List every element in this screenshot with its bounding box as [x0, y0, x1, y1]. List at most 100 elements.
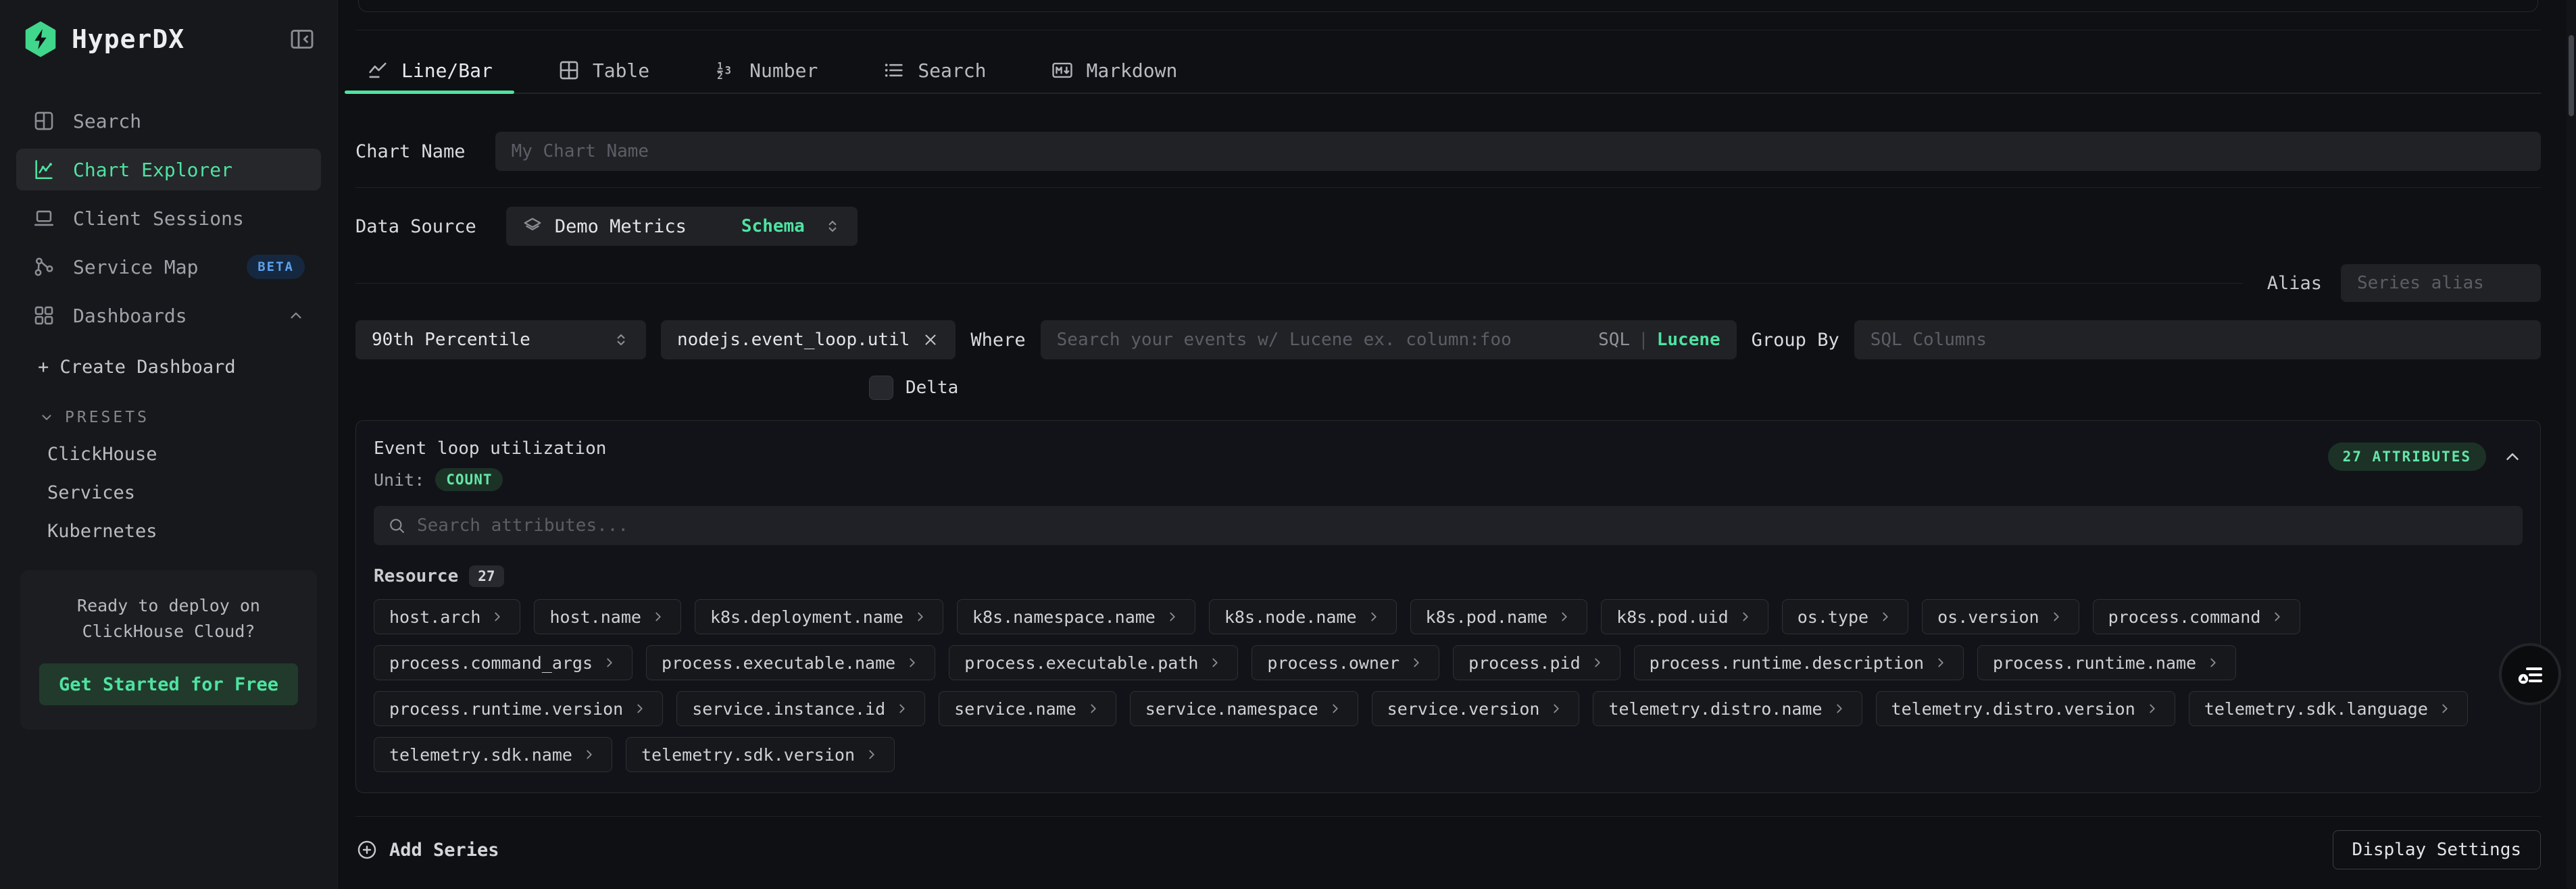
where-input[interactable] [1057, 330, 1589, 350]
unit-label: Unit: [374, 470, 424, 490]
data-source-label: Data Source [355, 216, 476, 237]
aggregation-value: 90th Percentile [372, 330, 603, 350]
attribute-chip[interactable]: k8s.node.name [1209, 599, 1397, 634]
chevron-right-icon [1878, 609, 1893, 624]
data-source-row: Data Source Demo Metrics Schema [355, 207, 2541, 246]
attribute-chip-list: host.arch host.name k8s.deployment.name … [374, 599, 2523, 772]
chevron-right-icon [1738, 609, 1753, 624]
attribute-chip[interactable]: process.executable.name [646, 645, 935, 680]
preset-item[interactable]: ClickHouse [47, 444, 337, 465]
attribute-chip[interactable]: k8s.namespace.name [957, 599, 1195, 634]
attribute-chip[interactable]: process.owner [1252, 645, 1439, 680]
chevron-right-icon [602, 655, 617, 670]
attribute-chip[interactable]: telemetry.sdk.version [626, 737, 895, 772]
page-scrollbar[interactable] [2567, 0, 2576, 889]
sql-toggle[interactable]: SQL [1598, 330, 1630, 350]
attribute-chip[interactable]: service.instance.id [676, 691, 925, 726]
tab-search[interactable]: Search [872, 48, 997, 93]
sidebar-item-search[interactable]: Search [16, 100, 321, 142]
attribute-chip[interactable]: process.runtime.name [1977, 645, 2236, 680]
metric-chip[interactable]: nodejs.event_loop.util [661, 320, 956, 359]
alias-input[interactable] [2357, 273, 2525, 293]
get-started-button[interactable]: Get Started for Free [39, 663, 298, 705]
delta-checkbox[interactable] [869, 376, 893, 400]
attribute-search-input[interactable] [417, 515, 2509, 536]
chart-name-input[interactable] [512, 141, 2525, 161]
aggregation-select[interactable]: 90th Percentile [355, 320, 646, 359]
attribute-chip[interactable]: host.name [534, 599, 680, 634]
chevron-right-icon [1409, 655, 1424, 670]
unit-badge: COUNT [435, 468, 503, 491]
attribute-chip[interactable]: os.type [1782, 599, 1908, 634]
sidebar-item-chart-explorer[interactable]: Chart Explorer [16, 149, 321, 190]
chevron-right-icon [1086, 701, 1101, 716]
data-source-select[interactable]: Demo Metrics Schema [506, 207, 858, 246]
attribute-chip[interactable]: service.name [939, 691, 1116, 726]
attribute-chip[interactable]: k8s.pod.name [1410, 599, 1588, 634]
alias-row: Alias [355, 263, 2541, 303]
attribute-chip[interactable]: process.command_args [374, 645, 633, 680]
attribute-chip[interactable]: process.runtime.description [1634, 645, 1964, 680]
close-icon[interactable] [922, 331, 939, 349]
chevron-updown-icon [612, 331, 630, 349]
group-by-input[interactable] [1871, 330, 2525, 350]
tab-table[interactable]: Table [547, 48, 660, 93]
chart-name-field [495, 132, 2541, 171]
scrollbar-thumb[interactable] [2569, 35, 2574, 116]
tab-markdown[interactable]: Markdown [1040, 48, 1188, 93]
preset-item[interactable]: Services [47, 482, 337, 503]
create-dashboard-button[interactable]: + Create Dashboard [38, 357, 337, 378]
attribute-chip[interactable]: telemetry.sdk.language [2189, 691, 2468, 726]
presets-header[interactable]: PRESETS [39, 409, 337, 426]
metric-name: nodejs.event_loop.util [677, 330, 910, 350]
attribute-chip[interactable]: process.pid [1453, 645, 1620, 680]
tab-label: Line/Bar [401, 59, 493, 82]
delta-label: Delta [906, 378, 958, 398]
attribute-chip[interactable]: k8s.pod.uid [1601, 599, 1768, 634]
app-logo[interactable]: HyperDX [22, 20, 184, 58]
table-icon [558, 59, 580, 82]
alias-field [2341, 264, 2541, 302]
sidebar-item-service-map[interactable]: Service Map BETA [16, 246, 321, 288]
feedback-fab-button[interactable] [2499, 643, 2561, 705]
attribute-chip[interactable]: k8s.deployment.name [695, 599, 943, 634]
attribute-chip[interactable]: telemetry.sdk.name [374, 737, 612, 772]
attribute-chip[interactable]: service.namespace [1130, 691, 1358, 726]
presets-label: PRESETS [65, 409, 149, 426]
tab-line-bar[interactable]: Line/Bar [355, 48, 503, 93]
attribute-chip[interactable]: telemetry.distro.name [1593, 691, 1862, 726]
chevron-right-icon [1208, 655, 1222, 670]
promo-text: Ready to deploy on ClickHouse Cloud? [39, 593, 298, 644]
tab-number[interactable]: 1 2 3 Number [703, 48, 828, 93]
attribute-chip[interactable]: service.version [1372, 691, 1580, 726]
preset-item[interactable]: Kubernetes [47, 521, 337, 542]
chevron-right-icon [651, 609, 666, 624]
lucene-toggle[interactable]: Lucene [1657, 330, 1720, 350]
sidebar-collapse-button[interactable] [289, 26, 316, 53]
where-field: SQL | Lucene [1041, 320, 1737, 359]
series-row: 90th Percentile nodejs.event_loop.util W… [355, 320, 2541, 359]
add-series-button[interactable]: Add Series [355, 838, 499, 861]
chevron-down-icon [39, 410, 54, 425]
sidebar-item-dashboards[interactable]: Dashboards [16, 295, 321, 336]
panel-title-block: Event loop utilization Unit: COUNT [374, 438, 606, 491]
attribute-chip[interactable]: process.command [2093, 599, 2301, 634]
presets-list: ClickHouse Services Kubernetes [0, 426, 337, 542]
attribute-chip[interactable]: telemetry.distro.version [1876, 691, 2175, 726]
schema-link[interactable]: Schema [741, 216, 805, 236]
attribute-chip[interactable]: os.version [1922, 599, 2079, 634]
unit-row: Unit: COUNT [374, 468, 606, 491]
chevron-updown-icon [824, 218, 841, 235]
attribute-chip[interactable]: process.runtime.version [374, 691, 663, 726]
attribute-chip[interactable]: process.executable.path [949, 645, 1238, 680]
tab-label: Table [593, 59, 649, 82]
chevron-right-icon [1933, 655, 1948, 670]
chevron-right-icon [1328, 701, 1343, 716]
attribute-chip[interactable]: host.arch [374, 599, 520, 634]
chevron-up-icon[interactable] [2502, 447, 2523, 467]
query-language-toggle: SQL | Lucene [1598, 330, 1720, 350]
svg-text:2: 2 [717, 71, 723, 82]
sidebar-item-client-sessions[interactable]: Client Sessions [16, 197, 321, 239]
sidebar-item-label: Client Sessions [73, 207, 244, 230]
display-settings-button[interactable]: Display Settings [2333, 830, 2541, 869]
